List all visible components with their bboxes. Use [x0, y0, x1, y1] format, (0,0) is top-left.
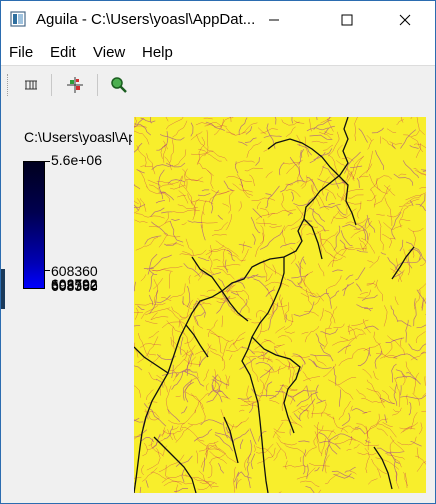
zoom-icon[interactable] [109, 75, 129, 95]
window-title: Aguila - C:\Users\yoasl\AppDat... [36, 11, 256, 28]
toolbar-separator [51, 74, 52, 96]
panel-edge [1, 269, 5, 309]
close-icon [399, 14, 411, 25]
toolbar-separator [97, 74, 98, 96]
title-bar[interactable]: Aguila - C:\Users\yoasl\AppDat... [1, 1, 435, 38]
layer-name-label: C:\Users\yoasl\AppData [24, 129, 132, 145]
minimize-icon [269, 19, 279, 20]
menu-file[interactable]: File [9, 44, 33, 61]
maximize-button[interactable] [324, 1, 370, 38]
menu-bar: File Edit View Help [1, 38, 435, 65]
close-button[interactable] [382, 1, 428, 38]
map-background [134, 117, 426, 493]
maximize-icon [341, 14, 353, 25]
map-view-area: C:\Users\yoasl\AppData 5.6e+06 608360 60… [1, 104, 435, 503]
legend-color-ramp [23, 161, 45, 289]
legend-tick [45, 270, 50, 271]
menu-edit[interactable]: Edit [50, 44, 76, 61]
aguila-window-icon [10, 11, 26, 27]
menu-view[interactable]: View [93, 44, 125, 61]
columns-view-icon[interactable] [21, 75, 41, 95]
raster-map[interactable] [134, 117, 426, 493]
legend-tick [45, 161, 50, 162]
crosshair-cursor-icon[interactable] [65, 75, 85, 95]
toolbar-grip[interactable] [7, 74, 10, 96]
toolbar [1, 65, 435, 105]
aguila-window: Aguila - C:\Users\yoasl\AppDat... File E… [0, 0, 436, 504]
menu-help[interactable]: Help [142, 44, 173, 61]
legend-max-label: 5.6e+06 [51, 152, 102, 168]
minimize-button[interactable] [251, 1, 297, 38]
legend-overlap-label: 608360 [51, 278, 98, 294]
